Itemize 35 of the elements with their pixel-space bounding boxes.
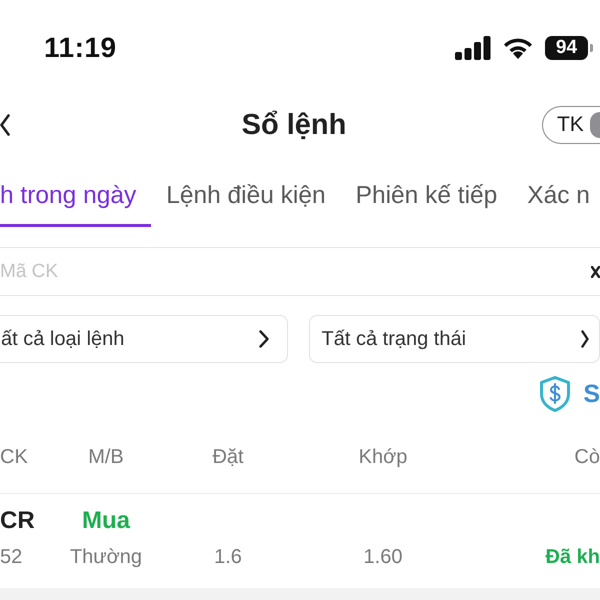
filter-label: ất cả loại lệnh <box>1 328 124 351</box>
shield-dollar-icon[interactable] <box>539 376 572 412</box>
table-cell-text: 1.6 <box>214 545 242 570</box>
tab[interactable]: Xác n <box>512 153 590 228</box>
battery-tip-icon <box>590 44 593 52</box>
chevron-right-icon <box>581 330 589 348</box>
battery-level: 94 <box>545 36 588 60</box>
column-header: Khớp <box>358 445 408 470</box>
order-status: Đã kh <box>546 545 600 570</box>
switch-label: TK <box>556 112 584 138</box>
column-header: Cò <box>574 445 600 470</box>
filter-label: Tất cả trạng thái <box>322 328 466 351</box>
status-time: 11:19 <box>44 31 117 65</box>
column-header: Đặt <box>212 445 244 470</box>
tab[interactable]: h trong ngày <box>0 153 152 228</box>
table-cell-text: 1.60 <box>364 545 402 570</box>
account-switch[interactable]: TK <box>542 106 600 144</box>
stock-symbol: CR <box>0 508 35 534</box>
switch-knob-icon <box>590 112 600 138</box>
page-title: Sổ lệnh <box>242 108 346 143</box>
chevron-right-icon <box>258 330 268 348</box>
search-field[interactable]: Mã CK <box>0 258 591 285</box>
order-side: Mua <box>82 508 130 534</box>
column-header: CK <box>0 445 28 470</box>
table-cell-text: Thường <box>70 545 142 570</box>
wifi-icon <box>503 37 533 59</box>
clear-icon[interactable] <box>591 266 600 278</box>
column-header: M/B <box>88 445 124 470</box>
back-icon[interactable] <box>0 114 10 136</box>
signal-icon <box>455 36 491 60</box>
tab[interactable]: Phiên kế tiếp <box>340 153 512 228</box>
filter-dropdown[interactable]: Tất cả trạng thái <box>308 315 600 364</box>
tab[interactable]: Lệnh điều kiện <box>151 153 341 228</box>
table-cell-text: 52 <box>0 545 22 570</box>
filter-dropdown[interactable]: ất cả loại lệnh <box>0 315 288 364</box>
